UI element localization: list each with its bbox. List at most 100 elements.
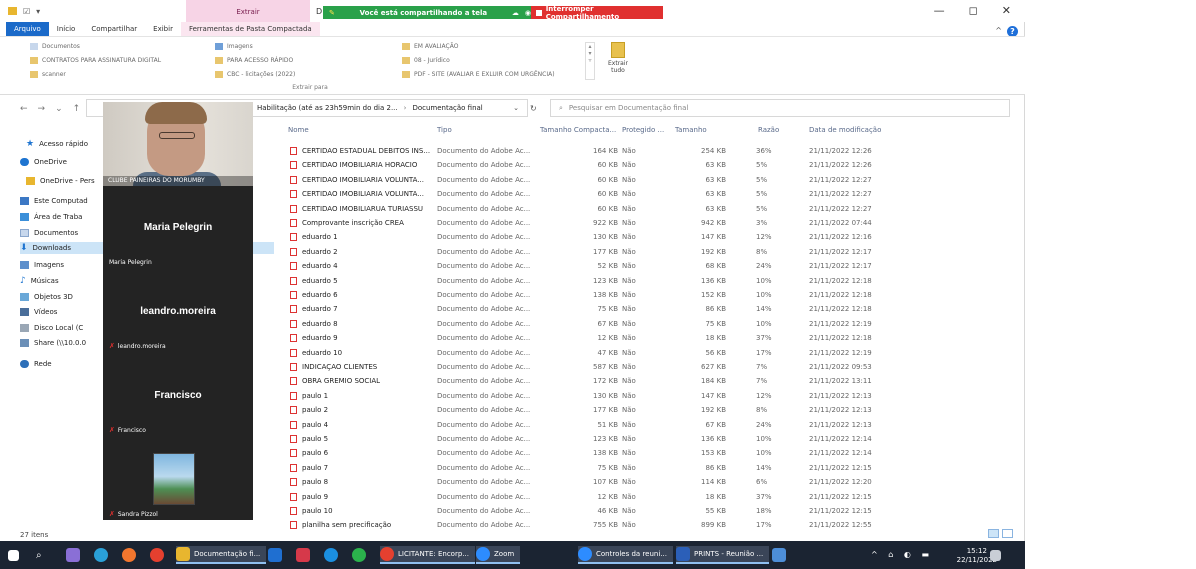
recent-locations-icon[interactable]: ⌄	[55, 104, 63, 114]
checkbox-icon[interactable]: ☑	[23, 7, 30, 16]
file-row[interactable]: eduardo 8 Documento do Adobe Ac... 67 KB Nã…	[286, 319, 1016, 330]
system-tray[interactable]: ^ ⌂ ◐ ▬	[871, 550, 933, 559]
file-row[interactable]: paulo 1 Documento do Adobe Ac... 130 KB Não…	[286, 391, 1016, 402]
taskbar-app-red[interactable]	[296, 546, 310, 564]
file-row[interactable]: OBRA GREMIO SOCIAL Documento do Adobe Ac.…	[286, 376, 1016, 387]
participant-video[interactable]: CLUBE PAINEIRAS DO MORUMBY	[103, 102, 253, 186]
minimize-button[interactable]: —	[934, 4, 945, 17]
column-header-ratio[interactable]: Razão	[758, 126, 779, 134]
destination-item[interactable]: PDF - SITE (AVALIAR E EXLUIR COM URGÊNCI…	[402, 70, 555, 79]
file-row[interactable]: eduardo 10 Documento do Adobe Ac... 47 KB N…	[286, 348, 1016, 359]
start-button[interactable]	[8, 546, 19, 564]
file-row[interactable]: eduardo 6 Documento do Adobe Ac... 138 KB N…	[286, 290, 1016, 301]
file-row[interactable]: paulo 10 Documento do Adobe Ac... 46 KB Não…	[286, 506, 1016, 517]
destination-item[interactable]: Imagens	[215, 42, 295, 51]
file-row[interactable]: CERTIDAO IMOBILIARIA VOLUNTA... Documento…	[286, 189, 1016, 200]
destination-item[interactable]: PARA ACESSO RÁPIDO	[215, 56, 295, 65]
column-header-date[interactable]: Data de modificação	[809, 126, 881, 134]
taskbar-word[interactable]: PRINTS - Reunião ...	[676, 546, 770, 564]
file-row[interactable]: eduardo 7 Documento do Adobe Ac... 75 KB Nã…	[286, 304, 1016, 315]
file-row[interactable]: paulo 5 Documento do Adobe Ac... 123 KB Não…	[286, 434, 1016, 445]
taskbar-whatsapp[interactable]	[352, 546, 366, 564]
file-row[interactable]: INDICAÇÃO CLIENTES Documento do Adobe Ac.…	[286, 362, 1016, 373]
file-row[interactable]: eduardo 4 Documento do Adobe Ac... 52 KB Nã…	[286, 261, 1016, 272]
taskbar-zoom-controls[interactable]: Controles da reuni...	[578, 546, 673, 564]
column-header-name[interactable]: Nome	[288, 126, 309, 134]
refresh-icon[interactable]: ↻	[530, 104, 537, 113]
destination-item[interactable]: CBC - licitações (2022)	[215, 70, 295, 79]
tab-ferramentas-pasta-compactada[interactable]: Ferramentas de Pasta Compactada	[180, 22, 320, 36]
nav-item-area-de-trabalho[interactable]: Área de Traba	[20, 211, 82, 223]
destination-item[interactable]: CONTRATOS PARA ASSINATURA DIGITAL	[30, 56, 161, 65]
taskbar-outlook[interactable]	[268, 546, 282, 564]
file-row[interactable]: paulo 4 Documento do Adobe Ac... 51 KB Não 6…	[286, 420, 1016, 431]
breadcrumb-item[interactable]: Habilitação (até as 23h59min do dia 2...	[257, 104, 398, 112]
file-row[interactable]: Comprovante inscrição CREA Documento do A…	[286, 218, 1016, 229]
nav-item-este-computador[interactable]: Este Computad	[20, 195, 88, 207]
column-header-type[interactable]: Tipo	[437, 126, 452, 134]
tab-compartilhar[interactable]: Compartilhar	[83, 22, 145, 36]
large-icons-view-icon[interactable]	[1002, 529, 1013, 538]
file-row[interactable]: eduardo 9 Documento do Adobe Ac... 12 KB Nã…	[286, 333, 1016, 344]
taskbar-skype[interactable]	[324, 546, 338, 564]
taskbar-firefox[interactable]	[122, 546, 136, 564]
taskbar-app-mountain[interactable]	[772, 546, 786, 564]
chevron-down-icon[interactable]: ⌄	[513, 104, 519, 112]
extract-all-button[interactable]: Extrair tudo	[606, 42, 630, 74]
column-header-size[interactable]: Tamanho	[675, 126, 707, 134]
details-view-icon[interactable]	[988, 529, 999, 538]
file-row[interactable]: planilha sem precificação Documento do Ad…	[286, 520, 1016, 531]
destination-item[interactable]: Documentos	[30, 42, 161, 51]
nav-item-disco-local[interactable]: Disco Local (C	[20, 322, 83, 334]
search-button[interactable]: ⌕	[36, 546, 42, 564]
breadcrumb-item[interactable]: Documentação final	[412, 104, 482, 112]
maximize-button[interactable]: ◻	[969, 4, 978, 17]
chevron-up-icon[interactable]: ^	[995, 26, 1002, 35]
chevron-right-icon[interactable]: ›	[404, 104, 407, 112]
tab-exibir[interactable]: Exibir	[145, 22, 181, 36]
nav-item-rede[interactable]: Rede	[20, 358, 52, 370]
tab-arquivo[interactable]: Arquivo	[6, 22, 49, 36]
nav-item-onedrive-pessoal[interactable]: OneDrive - Pers	[26, 175, 95, 187]
file-row[interactable]: CERTIDAO ESTADUAL DEBITOS INS... Document…	[286, 146, 1016, 157]
taskbar-zoom[interactable]: Zoom	[476, 546, 521, 564]
file-row[interactable]: paulo 7 Documento do Adobe Ac... 75 KB Não 8…	[286, 463, 1016, 474]
file-row[interactable]: paulo 6 Documento do Adobe Ac... 138 KB Não…	[286, 448, 1016, 459]
destination-item[interactable]: EM AVALIAÇÃO	[402, 42, 555, 51]
taskbar-licitante[interactable]: LICITANTE: Encorp...	[380, 546, 475, 564]
nav-item-share[interactable]: Share (\\10.0.0	[20, 337, 86, 349]
file-row[interactable]: CERTIDAO IMOBILIARIA VOLUNTA... Documento…	[286, 175, 1016, 186]
taskbar-explorer[interactable]: Documentação fi...	[176, 546, 267, 564]
nav-item-acesso-rapido[interactable]: ★ Acesso rápido	[26, 138, 88, 150]
taskbar-edge[interactable]	[94, 546, 108, 564]
nav-item-onedrive[interactable]: OneDrive	[20, 156, 67, 168]
file-row[interactable]: eduardo 5 Documento do Adobe Ac... 123 KB N…	[286, 276, 1016, 287]
file-row[interactable]: paulo 9 Documento do Adobe Ac... 12 KB Não 1…	[286, 492, 1016, 503]
column-header-protected[interactable]: Protegido ...	[622, 126, 664, 134]
pin-icon[interactable]: ▾	[36, 7, 40, 16]
stop-share-button[interactable]: Interromper Compartilhamento	[531, 5, 663, 21]
up-arrow-icon[interactable]: ↑	[73, 104, 81, 114]
close-button[interactable]: ✕	[1002, 4, 1011, 17]
search-input[interactable]: ⌕ Pesquisar em Documentação final	[550, 99, 1010, 117]
back-arrow-icon[interactable]: ←	[20, 104, 28, 114]
notification-button[interactable]	[990, 546, 1001, 564]
file-row[interactable]: paulo 2 Documento do Adobe Ac... 177 KB Não…	[286, 405, 1016, 416]
destination-item[interactable]: 08 - Jurídico	[402, 56, 555, 65]
ribbon-gallery-scroll[interactable]: ▴ ▾ ▿	[585, 42, 595, 80]
file-row[interactable]: CERTIDAO IMOBILIARUA TURIASSU Documento d…	[286, 204, 1016, 215]
column-header-compressed[interactable]: Tamanho Compacta...	[540, 126, 616, 134]
nav-item-imagens[interactable]: Imagens	[20, 259, 64, 271]
forward-arrow-icon[interactable]: →	[38, 104, 46, 114]
file-row[interactable]: CERTIDAO IMOBILIARIA HORACIO Documento do…	[286, 160, 1016, 171]
file-row[interactable]: paulo 8 Documento do Adobe Ac... 107 KB Não…	[286, 477, 1016, 488]
file-row[interactable]: eduardo 2 Documento do Adobe Ac... 177 KB N…	[286, 247, 1016, 258]
nav-item-documentos[interactable]: Documentos	[20, 227, 78, 239]
nav-item-musicas[interactable]: ♪ Músicas	[20, 275, 59, 287]
taskbar-chrome[interactable]	[150, 546, 164, 564]
nav-item-videos[interactable]: Vídeos	[20, 306, 57, 318]
nav-item-objetos-3d[interactable]: Objetos 3D	[20, 291, 73, 303]
tab-inicio[interactable]: Início	[49, 22, 84, 36]
taskbar-app[interactable]	[66, 546, 80, 564]
file-row[interactable]: eduardo 1 Documento do Adobe Ac... 130 KB N…	[286, 232, 1016, 243]
